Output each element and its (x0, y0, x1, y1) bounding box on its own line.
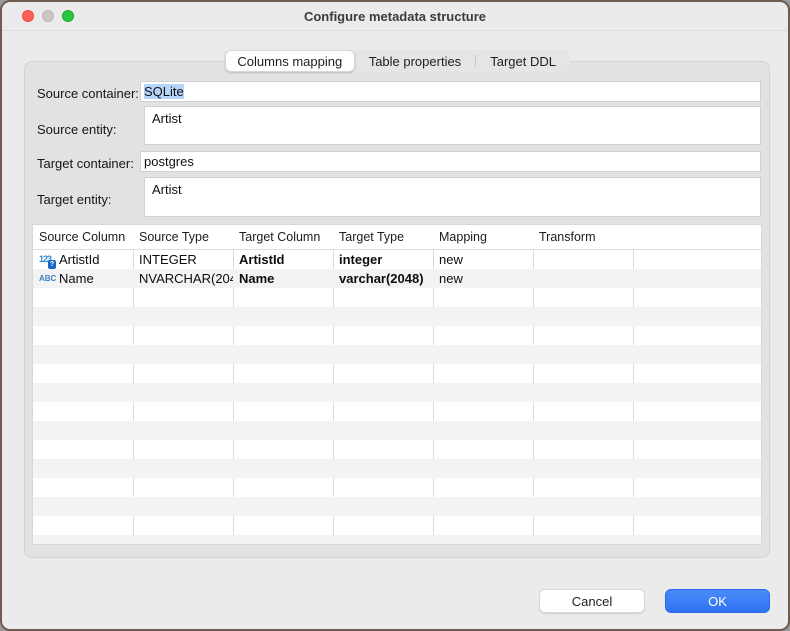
header-transform[interactable]: Transform (533, 225, 633, 249)
tab-table-properties[interactable]: Table properties (355, 50, 476, 72)
tab-columns-mapping[interactable]: Columns mapping (225, 50, 355, 72)
empty-row (33, 326, 761, 345)
empty-row (33, 345, 761, 364)
cell-empty (633, 250, 761, 269)
cell-transform[interactable] (533, 269, 633, 288)
empty-row (33, 421, 761, 440)
target-entity-input[interactable]: Artist (144, 177, 761, 217)
empty-row (33, 459, 761, 478)
empty-row (33, 516, 761, 535)
integer-icon-badge: ? (48, 260, 56, 269)
columns-mapping-table: Source Column Source Type Target Column … (32, 224, 762, 545)
source-entity-input[interactable]: Artist (144, 106, 761, 145)
tab-bar: Columns mapping Table properties Target … (225, 50, 570, 72)
target-container-label: Target container: (37, 156, 134, 171)
source-container-input[interactable]: SQLite (140, 81, 761, 102)
string-type-icon: ABC (39, 272, 56, 286)
cell-source-type[interactable]: INTEGER (133, 250, 233, 269)
cell-mapping[interactable]: new (433, 250, 533, 269)
empty-row (33, 535, 761, 545)
empty-row (33, 440, 761, 459)
title-bar[interactable]: Configure metadata structure (2, 2, 788, 31)
source-entity-label: Source entity: (37, 122, 117, 137)
empty-row (33, 478, 761, 497)
cell-transform[interactable] (533, 250, 633, 269)
header-mapping[interactable]: Mapping (433, 225, 533, 249)
cell-source-column[interactable]: ABC Name (33, 269, 133, 288)
header-source-column[interactable]: Source Column (33, 225, 133, 249)
cell-target-type[interactable]: varchar(2048) (333, 269, 433, 288)
empty-row (33, 288, 761, 307)
cell-source-column[interactable]: 123? ArtistId (33, 250, 133, 269)
target-entity-label: Target entity: (37, 192, 111, 207)
table-body: 123? ArtistId INTEGER ArtistId integer n… (33, 250, 761, 545)
window-title: Configure metadata structure (2, 9, 788, 24)
source-container-label: Source container: (37, 86, 139, 101)
integer-type-icon: 123? (39, 253, 56, 267)
table-row-artistid[interactable]: 123? ArtistId INTEGER ArtistId integer n… (33, 250, 761, 269)
empty-row (33, 307, 761, 326)
tab-target-ddl[interactable]: Target DDL (476, 50, 570, 72)
dialog-window: Configure metadata structure Columns map… (0, 0, 790, 631)
cell-target-type[interactable]: integer (333, 250, 433, 269)
empty-row (33, 497, 761, 516)
header-empty (633, 225, 761, 249)
cell-source-type[interactable]: NVARCHAR(2048) (133, 269, 233, 288)
cell-empty (633, 269, 761, 288)
target-container-input[interactable]: postgres (140, 151, 761, 172)
empty-row (33, 402, 761, 421)
selected-text: SQLite (144, 84, 184, 99)
cell-target-column[interactable]: ArtistId (233, 250, 333, 269)
cancel-button[interactable]: Cancel (539, 589, 645, 613)
table-row-name[interactable]: ABC Name NVARCHAR(2048) Name varchar(204… (33, 269, 761, 288)
header-source-type[interactable]: Source Type (133, 225, 233, 249)
ok-button[interactable]: OK (665, 589, 770, 613)
header-target-type[interactable]: Target Type (333, 225, 433, 249)
empty-row (33, 383, 761, 402)
cell-target-column[interactable]: Name (233, 269, 333, 288)
cell-mapping[interactable]: new (433, 269, 533, 288)
cell-text: ArtistId (59, 250, 99, 269)
cell-text: Name (59, 269, 94, 288)
empty-row (33, 364, 761, 383)
header-target-column[interactable]: Target Column (233, 225, 333, 249)
table-header: Source Column Source Type Target Column … (33, 225, 761, 250)
